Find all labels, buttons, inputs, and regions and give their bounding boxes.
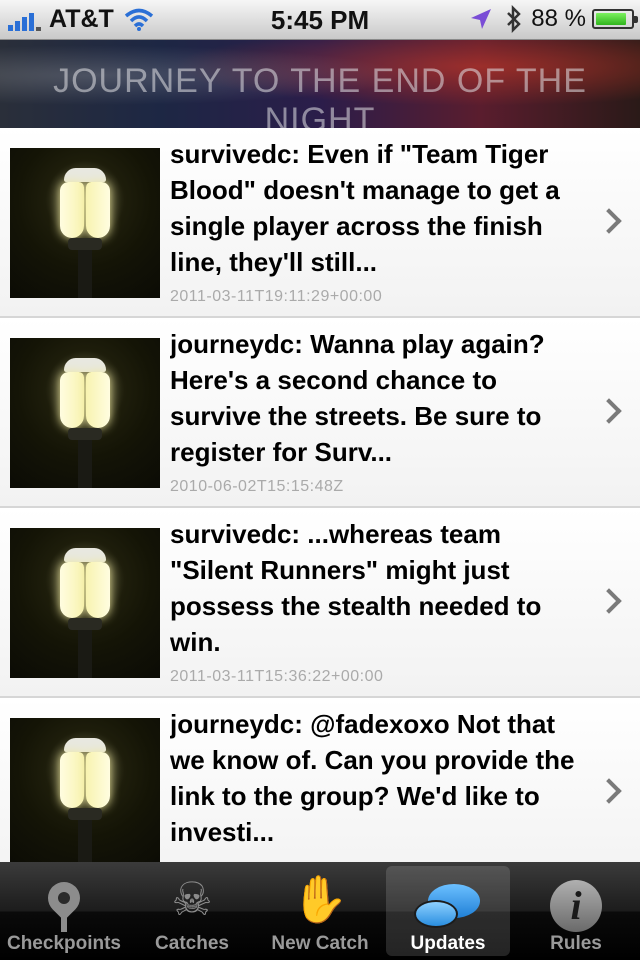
list-item[interactable]: survivedc: Even if "Team Tiger Blood" do… [0,128,640,318]
tab-label: Rules [550,933,602,954]
tab-rules[interactable]: i Rules [512,862,640,960]
status-bar: AT&T 5:45 PM 88 % [0,0,640,40]
battery-percent: 88 % [531,5,586,32]
battery-icon [592,9,638,29]
streetlamp-thumbnail [10,718,160,862]
tab-updates[interactable]: Updates [384,862,512,960]
update-text: journeydc: Wanna play again? Here's a se… [170,329,545,467]
chevron-right-icon [596,398,622,424]
tab-new-catch[interactable]: ✋ New Catch [256,862,384,960]
streetlamp-thumbnail [10,148,160,298]
update-timestamp: 2011-03-11T15:36:22+00:00 [170,668,384,685]
bluetooth-icon [507,5,522,33]
update-text: survivedc: ...whereas team "Silent Runne… [170,519,542,657]
streetlamp-thumbnail [10,528,160,678]
app-banner: JOURNEY TO THE END OF THE NIGHT [0,40,640,128]
speech-bubbles-icon [384,870,512,928]
list-item[interactable]: journeydc: Wanna play again? Here's a se… [0,318,640,508]
chevron-right-icon [596,778,622,804]
battery-level [596,13,626,25]
tab-checkpoints[interactable]: Checkpoints [0,862,128,960]
skull-crossbones-icon: ☠ [171,873,213,925]
location-arrow-icon [471,9,492,29]
banner-title: JOURNEY TO THE END OF THE NIGHT [53,62,587,128]
list-item[interactable]: survivedc: ...whereas team "Silent Runne… [0,508,640,698]
hand-icon: ✋ [291,873,349,925]
streetlamp-thumbnail [10,338,160,488]
update-text: survivedc: Even if "Team Tiger Blood" do… [170,139,560,277]
chevron-right-icon [596,208,622,234]
tab-label: New Catch [271,933,369,954]
tab-label: Checkpoints [6,933,122,954]
tab-label: Catches [155,933,229,954]
tab-label: Updates [410,933,486,954]
status-right: 88 % [469,5,638,33]
tab-catches[interactable]: ☠ Catches [128,862,256,960]
info-icon: i [512,870,640,932]
list-item[interactable]: journeydc: @fadexoxo Not that we know of… [0,698,640,862]
tab-bar: Checkpoints ☠ Catches ✋ New Catch Update… [0,862,640,960]
map-pin-icon [0,870,128,932]
update-timestamp: 2011-03-11T19:11:29+00:00 [170,288,383,305]
update-timestamp: 2010-06-02T15:15:48Z [170,478,344,495]
chevron-right-icon [596,588,622,614]
updates-list[interactable]: survivedc: Even if "Team Tiger Blood" do… [0,128,640,862]
update-text: journeydc: @fadexoxo Not that we know of… [170,709,575,847]
